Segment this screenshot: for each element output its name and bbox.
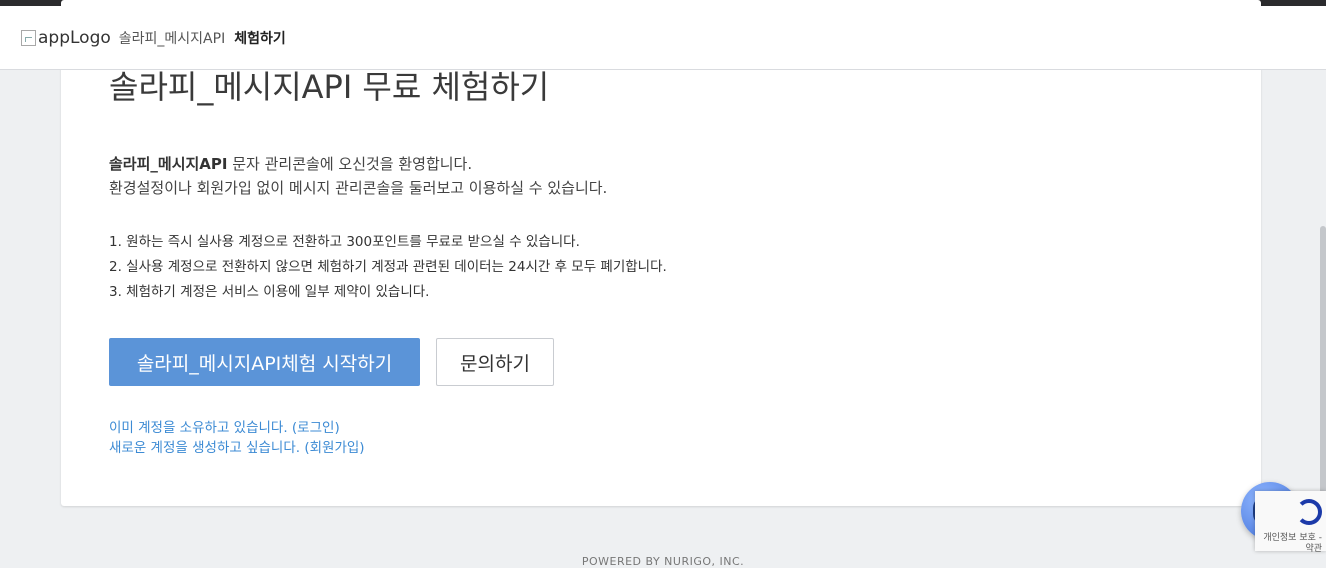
page-scrollbar[interactable] <box>1320 226 1326 526</box>
recaptcha-icon <box>1296 499 1322 525</box>
recaptcha-terms[interactable]: 개인정보 보호 - 약관 <box>1263 533 1322 554</box>
app-logo[interactable]: appLogo <box>21 28 111 48</box>
recaptcha-badge[interactable]: 개인정보 보호 - 약관 <box>1255 491 1326 554</box>
notice-item: 1. 원하는 즉시 실사용 계정으로 전환하고 300포인트를 무료로 받으실 … <box>109 234 580 250</box>
welcome-text: 문자 관리콘솔에 오신것을 환영합니다. <box>227 155 473 173</box>
welcome-message: 솔라피_메시지API 문자 관리콘솔에 오신것을 환영합니다. 환경설정이나 회… <box>109 152 607 200</box>
powered-by-footer: POWERED BY NURIGO, INC. <box>581 555 745 568</box>
trial-card: 솔라피_메시지API 무료 체험하기 솔라피_메시지API 문자 관리콘솔에 오… <box>61 0 1261 506</box>
broken-image-icon <box>21 29 36 46</box>
notice-list: 1. 원하는 즉시 실사용 계정으로 전환하고 300포인트를 무료로 받으실 … <box>109 230 667 305</box>
contact-button[interactable]: 문의하기 <box>436 338 554 386</box>
account-links: 이미 계정을 소유하고 있습니다. (로그인) 새로운 계정을 생성하고 싶습니… <box>109 418 365 458</box>
breadcrumb-current: 체험하기 <box>234 30 286 47</box>
notice-item: 3. 체험하기 계정은 서비스 이용에 일부 제약이 있습니다. <box>109 284 430 300</box>
start-trial-button[interactable]: 솔라피_메시지API체험 시작하기 <box>109 338 420 386</box>
app-header: appLogo 솔라피_메시지API 체험하기 <box>0 6 1326 70</box>
app-logo-alt-text: appLogo <box>38 27 111 48</box>
login-link[interactable]: 이미 계정을 소유하고 있습니다. (로그인) <box>109 418 365 438</box>
welcome-brand: 솔라피_메시지API <box>109 155 228 173</box>
welcome-line-2: 환경설정이나 회원가입 없이 메시지 관리콘솔을 둘러보고 이용하실 수 있습니… <box>109 179 608 197</box>
notice-item: 2. 실사용 계정으로 전환하지 않으면 체험하기 계정과 관련된 데이터는 2… <box>109 259 667 275</box>
breadcrumb-app[interactable]: 솔라피_메시지API <box>119 28 225 48</box>
signup-link[interactable]: 새로운 계정을 생성하고 싶습니다. (회원가입) <box>109 438 365 458</box>
